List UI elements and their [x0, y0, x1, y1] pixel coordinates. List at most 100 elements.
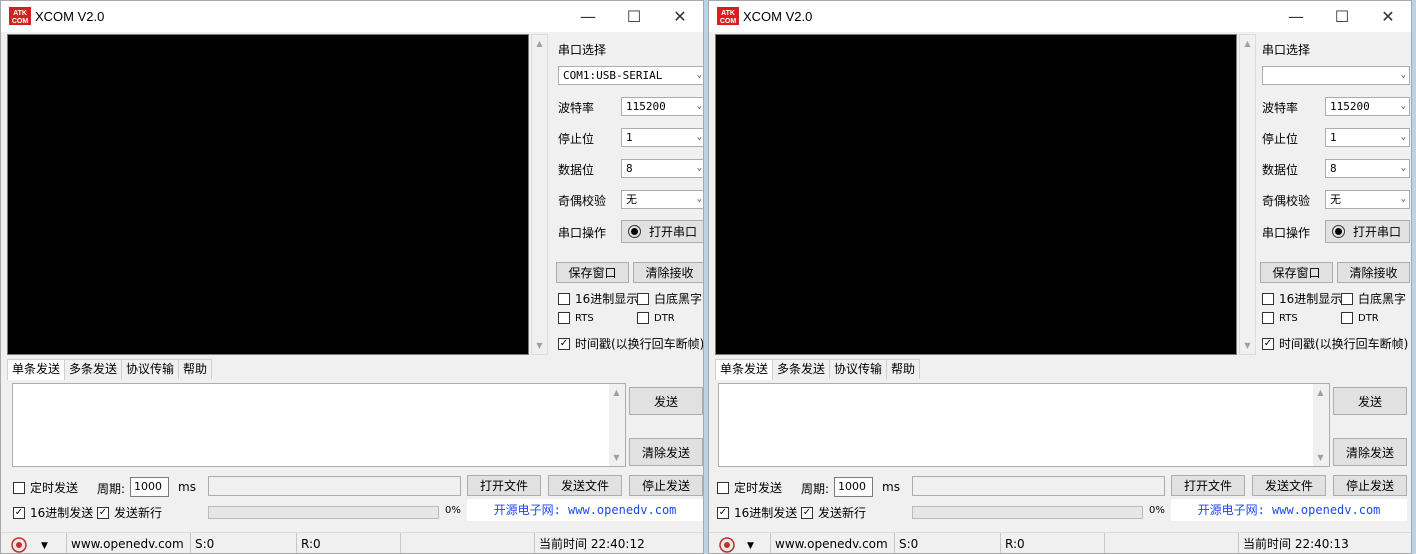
- status-menu[interactable]: ▼: [709, 533, 771, 553]
- timestamp-checkbox[interactable]: ✓ 时间戳(以换行回车断帧): [558, 335, 703, 352]
- send-scrollbar[interactable]: ▲ ▼: [609, 384, 625, 466]
- timed-send-checkbox[interactable]: 定时发送: [717, 479, 782, 496]
- hex-display-label: 16进制显示: [1279, 292, 1343, 306]
- hex-send-checkbox[interactable]: ✓ 16进制发送: [13, 504, 93, 521]
- scroll-up-icon[interactable]: ▲: [1240, 35, 1255, 52]
- baud-select[interactable]: 115200 ⌄: [1325, 97, 1410, 116]
- rts-checkbox[interactable]: RTS: [1262, 312, 1298, 324]
- send-textarea[interactable]: ▲ ▼: [718, 383, 1330, 467]
- white-bg-checkbox[interactable]: 白底黑字: [1341, 290, 1406, 307]
- tab-protocol[interactable]: 协议传输: [121, 359, 180, 379]
- open-port-button[interactable]: 打开串口: [1325, 220, 1410, 243]
- tab-single-send[interactable]: 单条发送: [7, 359, 66, 380]
- data-bits-value: 8: [626, 162, 633, 175]
- parity-select[interactable]: 无 ⌄: [1325, 190, 1410, 209]
- file-path-field[interactable]: [208, 476, 461, 496]
- site-link[interactable]: 开源电子网: www.openedv.com: [1171, 499, 1407, 521]
- data-bits-select[interactable]: 8 ⌄: [1325, 159, 1410, 178]
- stop-bits-label: 停止位: [558, 132, 595, 146]
- stop-send-button[interactable]: 停止发送: [1333, 475, 1407, 496]
- white-bg-checkbox[interactable]: 白底黑字: [637, 290, 702, 307]
- scroll-down-icon[interactable]: ▼: [1313, 449, 1328, 466]
- tab-help[interactable]: 帮助: [886, 359, 921, 379]
- clear-receive-button[interactable]: 清除接收: [1337, 262, 1410, 283]
- send-newline-checkbox[interactable]: ✓ 发送新行: [97, 504, 162, 521]
- minimize-icon: —: [580, 7, 596, 26]
- stop-bits-select[interactable]: 1 ⌄: [621, 128, 703, 147]
- open-port-button[interactable]: 打开串口: [621, 220, 703, 243]
- send-textarea[interactable]: ▲ ▼: [12, 383, 626, 467]
- send-newline-checkbox[interactable]: ✓ 发送新行: [801, 504, 866, 521]
- hex-send-checkbox[interactable]: ✓ 16进制发送: [717, 504, 797, 521]
- scroll-down-icon[interactable]: ▼: [609, 449, 624, 466]
- save-window-button[interactable]: 保存窗口: [556, 262, 629, 283]
- port-select[interactable]: COM1:USB-SERIAL ⌄: [558, 66, 703, 85]
- scroll-down-icon[interactable]: ▼: [1240, 337, 1255, 354]
- save-window-label: 保存窗口: [568, 266, 617, 280]
- send-button[interactable]: 发送: [629, 387, 703, 415]
- receive-area[interactable]: [7, 34, 529, 355]
- minimize-button[interactable]: —: [1273, 1, 1319, 32]
- data-bits-select[interactable]: 8 ⌄: [621, 159, 703, 178]
- baud-select[interactable]: 115200 ⌄: [621, 97, 703, 116]
- title-bar[interactable]: ATK COM XCOM V2.0 — ☐ ✕: [709, 1, 1411, 32]
- open-file-button[interactable]: 打开文件: [467, 475, 541, 496]
- open-file-button[interactable]: 打开文件: [1171, 475, 1245, 496]
- hex-display-label: 16进制显示: [575, 292, 639, 306]
- dtr-checkbox[interactable]: DTR: [1341, 312, 1379, 324]
- close-button[interactable]: ✕: [657, 1, 703, 32]
- receive-scrollbar[interactable]: ▲ ▼: [531, 34, 548, 355]
- receive-area[interactable]: [715, 34, 1237, 355]
- tab-protocol[interactable]: 协议传输: [829, 359, 888, 379]
- baud-value: 115200: [1330, 100, 1370, 113]
- chevron-down-icon: ⌄: [696, 132, 702, 142]
- open-file-label: 打开文件: [479, 479, 528, 493]
- port-select[interactable]: ⌄: [1262, 66, 1410, 85]
- tab-multi-send[interactable]: 多条发送: [64, 359, 123, 379]
- hex-display-checkbox[interactable]: 16进制显示: [1262, 290, 1342, 307]
- close-icon: ✕: [673, 7, 687, 26]
- stop-send-button[interactable]: 停止发送: [629, 475, 703, 496]
- minimize-button[interactable]: —: [565, 1, 611, 32]
- rts-checkbox[interactable]: RTS: [558, 312, 594, 324]
- file-path-field[interactable]: [912, 476, 1165, 496]
- stop-bits-select[interactable]: 1 ⌄: [1325, 128, 1410, 147]
- site-link[interactable]: 开源电子网: www.openedv.com: [467, 499, 703, 521]
- send-file-button[interactable]: 发送文件: [548, 475, 622, 496]
- scroll-up-icon[interactable]: ▲: [532, 35, 547, 52]
- radio-icon: [628, 225, 641, 238]
- hex-send-label: 16进制发送: [30, 506, 94, 520]
- timestamp-label: 时间戳(以换行回车断帧): [1279, 337, 1409, 351]
- period-input[interactable]: 1000: [130, 477, 169, 497]
- scroll-up-icon[interactable]: ▲: [609, 384, 624, 401]
- send-scrollbar[interactable]: ▲ ▼: [1313, 384, 1329, 466]
- clear-receive-button[interactable]: 清除接收: [633, 262, 703, 283]
- checkbox-box: [1341, 312, 1353, 324]
- title-bar[interactable]: ATK COM XCOM V2.0 — ☐ ✕: [1, 1, 703, 32]
- checkbox-checked: ✓: [1262, 337, 1274, 350]
- status-menu[interactable]: ▼: [1, 533, 67, 553]
- timed-send-checkbox[interactable]: 定时发送: [13, 479, 78, 496]
- clear-send-button[interactable]: 清除发送: [1333, 438, 1407, 466]
- scroll-down-icon[interactable]: ▼: [532, 337, 547, 354]
- parity-select[interactable]: 无 ⌄: [621, 190, 703, 209]
- send-button[interactable]: 发送: [1333, 387, 1407, 415]
- maximize-icon: ☐: [626, 7, 642, 26]
- tab-single-send[interactable]: 单条发送: [715, 359, 774, 380]
- send-file-button[interactable]: 发送文件: [1252, 475, 1326, 496]
- hex-display-checkbox[interactable]: 16进制显示: [558, 290, 638, 307]
- save-window-button[interactable]: 保存窗口: [1260, 262, 1333, 283]
- receive-scrollbar[interactable]: ▲ ▼: [1239, 34, 1256, 355]
- timestamp-checkbox[interactable]: ✓ 时间戳(以换行回车断帧): [1262, 335, 1408, 352]
- tab-multi-send[interactable]: 多条发送: [772, 359, 831, 379]
- status-time: 当前时间 22:40:13: [1243, 537, 1349, 551]
- close-button[interactable]: ✕: [1365, 1, 1411, 32]
- clear-send-button[interactable]: 清除发送: [629, 438, 703, 466]
- period-input[interactable]: 1000: [834, 477, 873, 497]
- dtr-checkbox[interactable]: DTR: [637, 312, 675, 324]
- tab-help[interactable]: 帮助: [178, 359, 213, 379]
- maximize-button[interactable]: ☐: [611, 1, 657, 32]
- scroll-up-icon[interactable]: ▲: [1313, 384, 1328, 401]
- baud-label: 波特率: [1262, 101, 1299, 115]
- maximize-button[interactable]: ☐: [1319, 1, 1365, 32]
